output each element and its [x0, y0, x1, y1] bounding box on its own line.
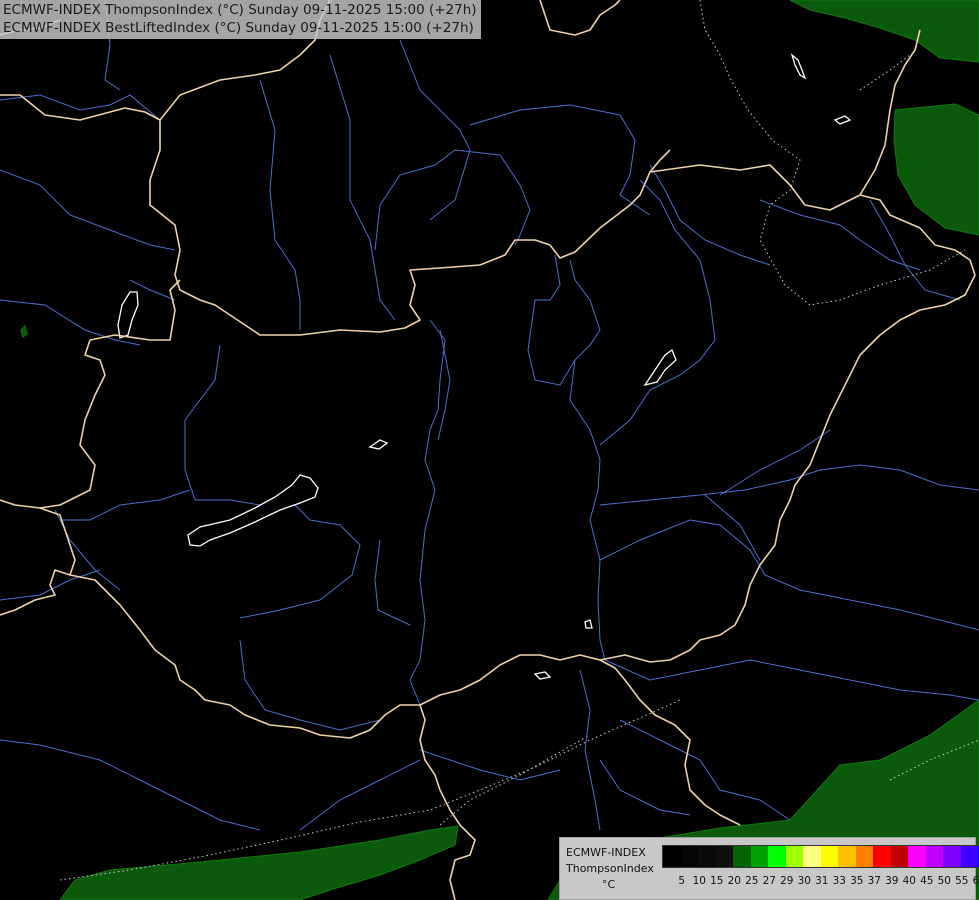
- legend-tick-label: 29: [780, 875, 794, 887]
- legend-tick-label: 30: [797, 875, 811, 887]
- lake-small-4: [584, 619, 593, 629]
- title-thompson-index: ECMWF-INDEX ThompsonIndex (°C) Sunday 09…: [3, 2, 477, 18]
- legend-unit-label: °C: [602, 878, 616, 891]
- legend-tick-label: 45: [920, 875, 934, 887]
- legend-tick-label: 39: [885, 875, 899, 887]
- legend-swatch: [680, 846, 698, 867]
- legend-swatch: [925, 846, 943, 867]
- legend-tick-label: 37: [867, 875, 881, 887]
- legend-index-label: ThompsonIndex: [566, 862, 654, 875]
- legend-tick-label: 55: [955, 875, 969, 887]
- legend-swatch: [785, 846, 803, 867]
- legend-swatch: [890, 846, 908, 867]
- legend-swatch: [715, 846, 733, 867]
- legend-tick-label: 33: [832, 875, 846, 887]
- legend-swatch: [943, 846, 961, 867]
- legend-swatch: [838, 846, 856, 867]
- legend-swatch: [750, 846, 768, 867]
- legend-tick-label: 20: [727, 875, 741, 887]
- legend-tick-label: 10: [692, 875, 706, 887]
- legend-swatch: [855, 846, 873, 867]
- legend-swatch: [698, 846, 716, 867]
- legend-color-scale: [662, 845, 979, 868]
- legend-swatch: [663, 846, 681, 867]
- legend-tick-label: 15: [710, 875, 724, 887]
- weather-map: [0, 0, 979, 900]
- legend-tick-label: 27: [762, 875, 776, 887]
- legend-swatch: [908, 846, 926, 867]
- color-legend: ECMWF-INDEX ThompsonIndex °C 5 10 15 20 25 27…: [559, 837, 979, 900]
- legend-tick-label: 25: [745, 875, 759, 887]
- legend-tick-label: 40: [902, 875, 916, 887]
- title-best-lifted-index: ECMWF-INDEX BestLiftedIndex (°C) Sunday …: [3, 20, 474, 36]
- map-title-box: ECMWF-INDEX ThompsonIndex (°C) Sunday 09…: [0, 0, 481, 39]
- legend-swatch: [733, 846, 751, 867]
- legend-swatch: [768, 846, 786, 867]
- legend-model-label: ECMWF-INDEX: [566, 846, 646, 859]
- legend-swatch: [873, 846, 891, 867]
- legend-tick-label: 35: [850, 875, 864, 887]
- legend-tick-label: 5: [678, 875, 686, 887]
- legend-swatch: [803, 846, 821, 867]
- legend-swatch: [960, 846, 978, 867]
- legend-tick-label: 60: [972, 875, 979, 887]
- legend-swatch: [820, 846, 838, 867]
- legend-tick-label: 50: [937, 875, 951, 887]
- legend-tick-label: 31: [815, 875, 829, 887]
- legend-tick-labels: 5 10 1520 2527 2930 3133 3537 3940 4550 5560: [673, 875, 979, 887]
